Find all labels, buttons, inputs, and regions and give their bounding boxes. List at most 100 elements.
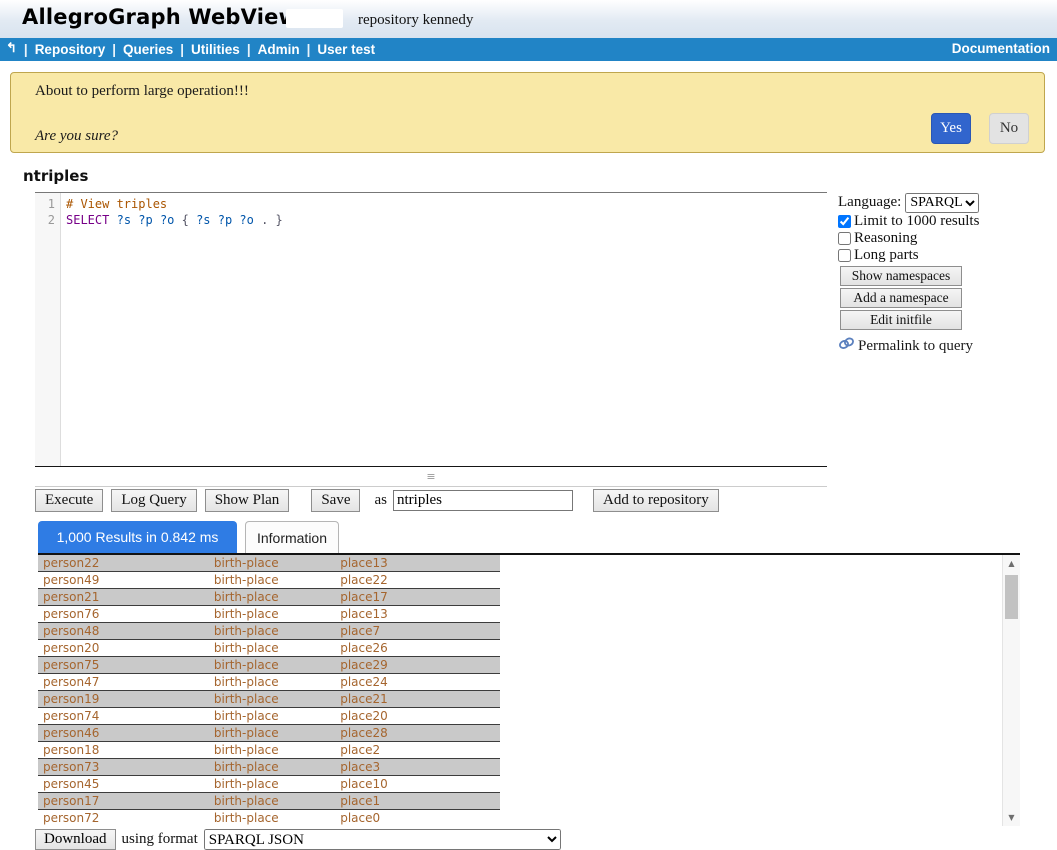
table-row[interactable]: person17 birth-place place1 — [38, 793, 500, 810]
subject-cell[interactable]: person47 — [38, 674, 209, 691]
table-row[interactable]: person45 birth-place place10 — [38, 776, 500, 793]
object-cell[interactable]: place26 — [335, 640, 500, 657]
object-cell[interactable]: place20 — [335, 708, 500, 725]
table-row[interactable]: person49 birth-place place22 — [38, 572, 500, 589]
log-query-button[interactable]: Log Query — [111, 489, 196, 512]
long-parts-option[interactable]: Long parts — [838, 247, 998, 264]
yes-button[interactable]: Yes — [931, 113, 971, 144]
nav-item-admin[interactable]: Admin — [258, 42, 300, 57]
predicate-cell[interactable]: birth-place — [209, 776, 335, 793]
table-row[interactable]: person21 birth-place place17 — [38, 589, 500, 606]
predicate-cell[interactable]: birth-place — [209, 555, 335, 572]
code-lines[interactable]: # View triplesSELECT ?s ?p ?o { ?s ?p ?o… — [61, 193, 283, 466]
scrollbar-thumb[interactable] — [1005, 575, 1018, 619]
reasoning-checkbox[interactable] — [838, 232, 851, 245]
download-button[interactable]: Download — [35, 829, 116, 850]
subject-cell[interactable]: person74 — [38, 708, 209, 725]
predicate-cell[interactable]: birth-place — [209, 606, 335, 623]
language-select[interactable]: SPARQL — [905, 193, 979, 213]
predicate-cell[interactable]: birth-place — [209, 708, 335, 725]
subject-cell[interactable]: person19 — [38, 691, 209, 708]
table-row[interactable]: person20 birth-place place26 — [38, 640, 500, 657]
edit-initfile-button[interactable]: Edit initfile — [840, 310, 962, 330]
nav-item-queries[interactable]: Queries — [123, 42, 173, 57]
table-row[interactable]: person48 birth-place place7 — [38, 623, 500, 640]
table-row[interactable]: person75 birth-place place29 — [38, 657, 500, 674]
object-cell[interactable]: place0 — [335, 810, 500, 827]
object-cell[interactable]: place29 — [335, 657, 500, 674]
table-row[interactable]: person22 birth-place place13 — [38, 555, 500, 572]
predicate-cell[interactable]: birth-place — [209, 759, 335, 776]
format-select[interactable]: SPARQL JSON — [204, 829, 561, 850]
no-button[interactable]: No — [989, 113, 1029, 144]
object-cell[interactable]: place3 — [335, 759, 500, 776]
object-cell[interactable]: place24 — [335, 674, 500, 691]
editor-resize-handle[interactable]: ≡ — [35, 467, 827, 487]
predicate-cell[interactable]: birth-place — [209, 674, 335, 691]
object-cell[interactable]: place22 — [335, 572, 500, 589]
limit-results-checkbox[interactable] — [838, 215, 851, 228]
predicate-cell[interactable]: birth-place — [209, 623, 335, 640]
add-to-repository-button[interactable]: Add to repository — [593, 489, 719, 512]
predicate-cell[interactable]: birth-place — [209, 640, 335, 657]
tab-results[interactable]: 1,000 Results in 0.842 ms — [38, 521, 237, 553]
object-cell[interactable]: place13 — [335, 606, 500, 623]
show-namespaces-button[interactable]: Show namespaces — [840, 266, 962, 286]
save-name-input[interactable] — [393, 490, 573, 511]
subject-cell[interactable]: person73 — [38, 759, 209, 776]
object-cell[interactable]: place10 — [335, 776, 500, 793]
nav-item-documentation[interactable]: Documentation — [952, 41, 1050, 56]
table-row[interactable]: person76 birth-place place13 — [38, 606, 500, 623]
scroll-down-icon[interactable]: ▼ — [1003, 810, 1020, 825]
object-cell[interactable]: place28 — [335, 725, 500, 742]
subject-cell[interactable]: person17 — [38, 793, 209, 810]
predicate-cell[interactable]: birth-place — [209, 657, 335, 674]
limit-results-option[interactable]: Limit to 1000 results — [838, 213, 998, 230]
object-cell[interactable]: place1 — [335, 793, 500, 810]
subject-cell[interactable]: person21 — [38, 589, 209, 606]
reasoning-option[interactable]: Reasoning — [838, 230, 998, 247]
subject-cell[interactable]: person49 — [38, 572, 209, 589]
table-row[interactable]: person72 birth-place place0 — [38, 810, 500, 827]
predicate-cell[interactable]: birth-place — [209, 810, 335, 827]
predicate-cell[interactable]: birth-place — [209, 589, 335, 606]
scroll-up-icon[interactable]: ▲ — [1003, 556, 1020, 571]
nav-item-repository[interactable]: Repository — [35, 42, 106, 57]
back-arrow-icon[interactable]: ↰ — [6, 40, 17, 56]
object-cell[interactable]: place21 — [335, 691, 500, 708]
results-scrollbar[interactable]: ▲ ▼ — [1002, 555, 1020, 826]
save-button[interactable]: Save — [311, 489, 360, 512]
permalink-link[interactable]: Permalink to query — [838, 336, 998, 356]
object-cell[interactable]: place13 — [335, 555, 500, 572]
subject-cell[interactable]: person75 — [38, 657, 209, 674]
add-namespace-button[interactable]: Add a namespace — [840, 288, 962, 308]
execute-button[interactable]: Execute — [35, 489, 103, 512]
nav-item-user-test[interactable]: User test — [317, 42, 375, 57]
object-cell[interactable]: place7 — [335, 623, 500, 640]
subject-cell[interactable]: person46 — [38, 725, 209, 742]
predicate-cell[interactable]: birth-place — [209, 691, 335, 708]
long-parts-checkbox[interactable] — [838, 249, 851, 262]
table-row[interactable]: person47 birth-place place24 — [38, 674, 500, 691]
table-row[interactable]: person18 birth-place place2 — [38, 742, 500, 759]
object-cell[interactable]: place2 — [335, 742, 500, 759]
predicate-cell[interactable]: birth-place — [209, 725, 335, 742]
subject-cell[interactable]: person45 — [38, 776, 209, 793]
show-plan-button[interactable]: Show Plan — [205, 489, 290, 512]
table-row[interactable]: person19 birth-place place21 — [38, 691, 500, 708]
subject-cell[interactable]: person72 — [38, 810, 209, 827]
table-row[interactable]: person46 birth-place place28 — [38, 725, 500, 742]
table-row[interactable]: person73 birth-place place3 — [38, 759, 500, 776]
subject-cell[interactable]: person18 — [38, 742, 209, 759]
predicate-cell[interactable]: birth-place — [209, 793, 335, 810]
subject-cell[interactable]: person22 — [38, 555, 209, 572]
predicate-cell[interactable]: birth-place — [209, 742, 335, 759]
subject-cell[interactable]: person20 — [38, 640, 209, 657]
subject-cell[interactable]: person48 — [38, 623, 209, 640]
subject-cell[interactable]: person76 — [38, 606, 209, 623]
table-row[interactable]: person74 birth-place place20 — [38, 708, 500, 725]
tab-information[interactable]: Information — [245, 521, 339, 553]
query-editor[interactable]: 1 2 # View triplesSELECT ?s ?p ?o { ?s ?… — [35, 192, 827, 468]
predicate-cell[interactable]: birth-place — [209, 572, 335, 589]
nav-item-utilities[interactable]: Utilities — [191, 42, 240, 57]
